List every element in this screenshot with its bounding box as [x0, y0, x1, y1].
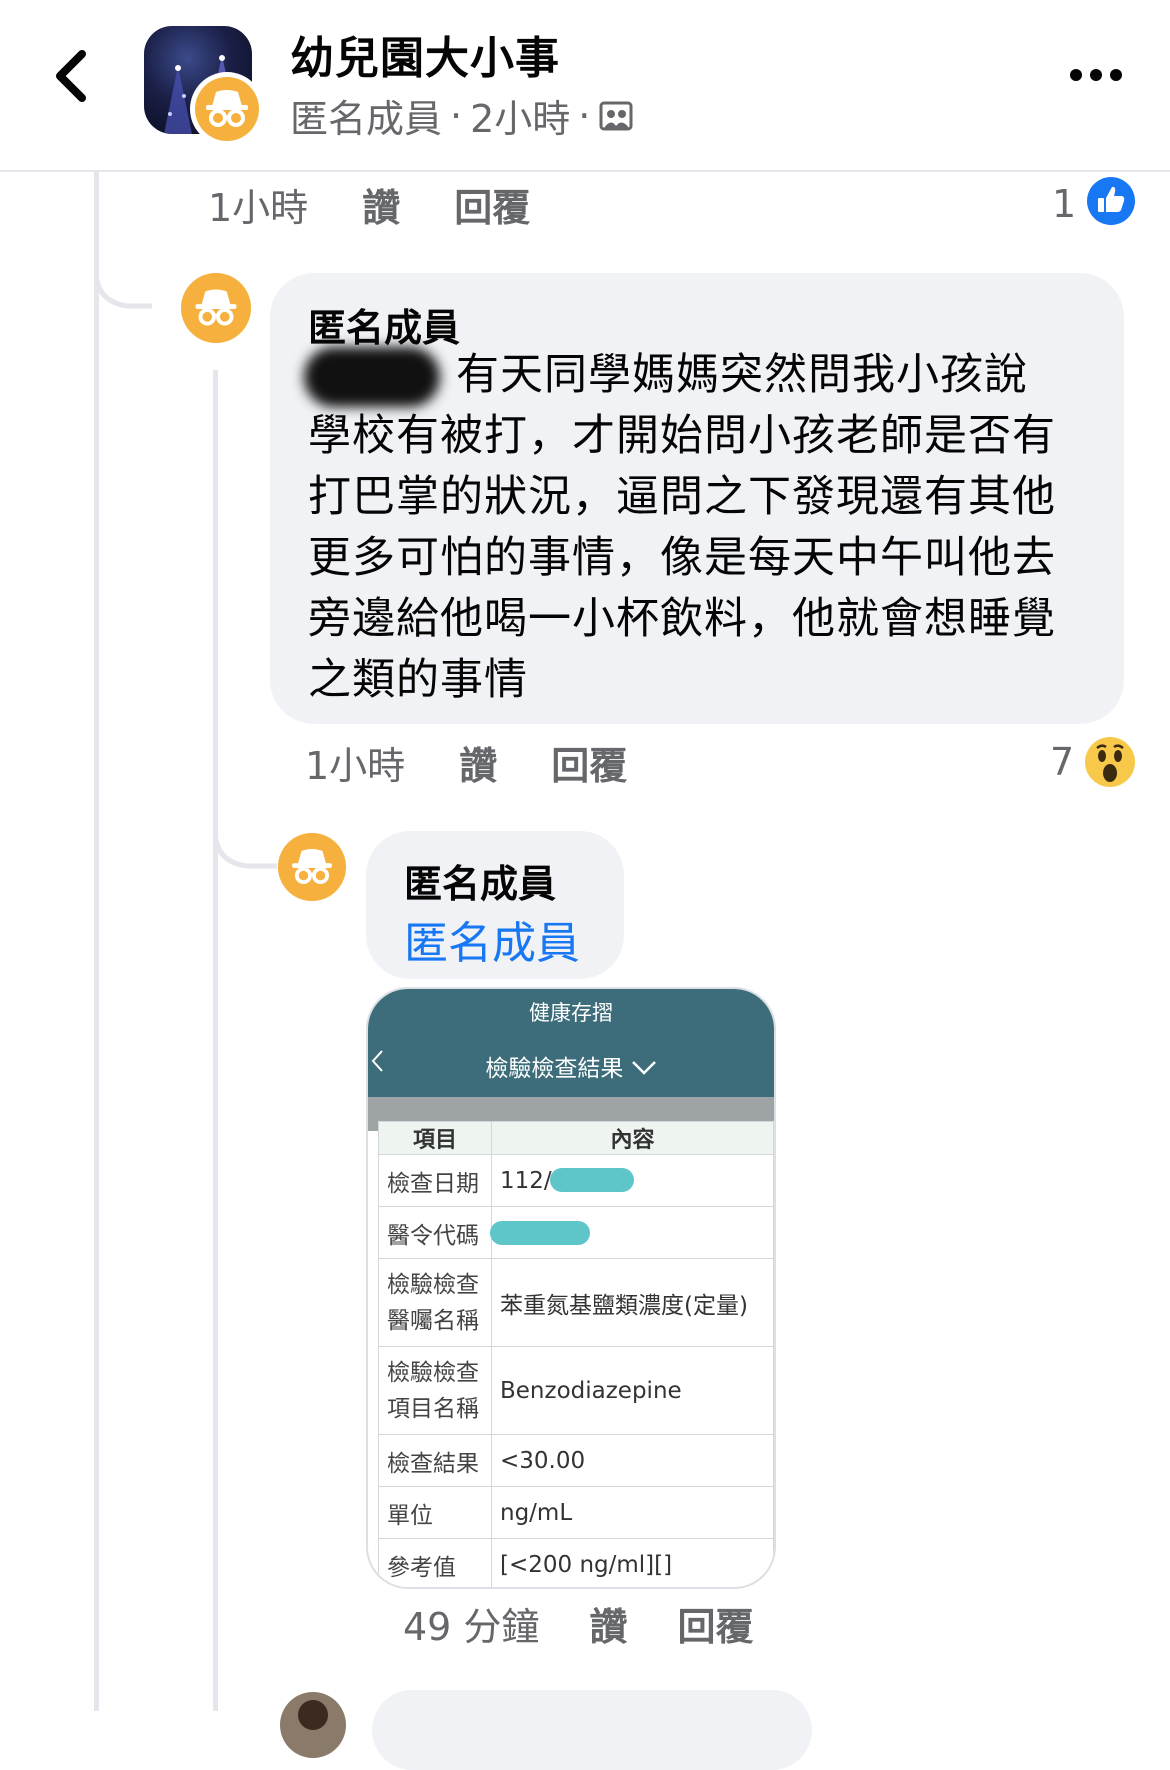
- anonymous-avatar-icon[interactable]: [180, 272, 252, 344]
- table-row: 檢查結果 <30.00: [378, 1434, 774, 1487]
- group-title[interactable]: 幼兒園大小事: [290, 22, 560, 86]
- table-key: 單位: [378, 1486, 492, 1539]
- card-page-title-text: 檢驗檢查結果: [485, 1056, 624, 1082]
- more-options-icon[interactable]: [1066, 60, 1126, 90]
- comment-line: 有天同學媽媽突然問我小孩說: [456, 350, 1028, 400]
- comment-line: 旁邊給他喝一小杯飲料，他就會想睡覺: [308, 594, 1056, 644]
- post-time[interactable]: 2小時: [470, 88, 570, 143]
- reply-button[interactable]: 回覆: [454, 177, 530, 232]
- wow-icon: [1085, 737, 1135, 787]
- table-key: 檢驗檢查 醫囑名稱: [378, 1258, 492, 1347]
- result-table: 項目 內容 檢查日期 112/ 醫令代碼 檢驗檢查 醫囑名稱 苯重氮基鹽類濃度(定…: [378, 1121, 774, 1587]
- top-bar: 幼兒園大小事 匿名成員 · 2小時 ·: [0, 0, 1170, 172]
- thread-line: [94, 172, 99, 1711]
- table-key: 檢查結果: [378, 1434, 492, 1487]
- redaction-mark: [490, 1221, 590, 1245]
- table-value: ng/mL: [491, 1486, 774, 1539]
- table-row: 檢驗檢查 項目名稱 Benzodiazepine: [378, 1346, 774, 1435]
- comment-line: 學校有被打，才開始問小孩老師是否有: [308, 411, 1056, 461]
- reply-button[interactable]: 回覆: [551, 735, 627, 790]
- table-value-cell: [490, 1206, 774, 1259]
- card-app-header: 健康存摺 檢驗檢查結果: [368, 989, 774, 1097]
- card-app-title: 健康存摺: [529, 1001, 613, 1025]
- comment-actions: 1小時 讚 回覆: [305, 736, 627, 788]
- anonymous-icon: [195, 77, 259, 141]
- reaction-summary[interactable]: 1: [1052, 178, 1076, 230]
- anonymous-avatar-badge: [190, 72, 264, 146]
- table-value: [<200 ng/ml][]: [491, 1538, 774, 1587]
- table-key: 檢驗檢查 項目名稱: [378, 1346, 492, 1435]
- comment-line: 打巴掌的狀況，逼問之下發現還有其他: [308, 472, 1056, 522]
- like-button[interactable]: 讚: [589, 1596, 627, 1651]
- table-row: 檢查日期 112/: [378, 1154, 774, 1207]
- reply-bubble[interactable]: 匿名成員 匿名成員: [366, 831, 624, 979]
- post-author: 匿名成員: [290, 97, 443, 141]
- anonymous-avatar-icon[interactable]: [277, 832, 347, 902]
- card-page-title: 檢驗檢查結果: [368, 1049, 774, 1083]
- user-avatar[interactable]: [280, 1692, 346, 1758]
- comment-time[interactable]: 1小時: [305, 735, 405, 790]
- table-header-row: 項目 內容: [378, 1121, 774, 1155]
- reaction-summary[interactable]: 7: [1050, 736, 1074, 788]
- table-value: 苯重氮基鹽類濃度(定量): [491, 1258, 774, 1347]
- reply-actions: 49 分鐘 讚 回覆: [403, 1597, 753, 1649]
- reply-time[interactable]: 49 分鐘: [403, 1596, 539, 1651]
- table-key: 參考值: [378, 1538, 492, 1587]
- attached-image[interactable]: 健康存摺 檢驗檢查結果 項目 內容 檢查日期 112/ 醫令代碼 檢驗檢查 醫囑名…: [366, 987, 776, 1589]
- thread-line: [213, 370, 218, 1711]
- like-button[interactable]: 讚: [459, 735, 497, 790]
- table-row: 參考值 [<200 ng/ml][]: [378, 1538, 774, 1587]
- redaction-mark: [550, 1168, 634, 1192]
- thread-connector: [213, 800, 277, 869]
- reaction-count: 1: [1052, 182, 1077, 226]
- comment-line: 之類的事情: [308, 655, 528, 705]
- comment-text: 有天同學媽媽突然問我小孩說 學校有被打，才開始問小孩老師是否有 打巴掌的狀況，逼…: [308, 345, 1108, 711]
- next-comment-bubble[interactable]: [372, 1690, 812, 1770]
- reply-button[interactable]: 回覆: [677, 1596, 753, 1651]
- table-row: 單位 ng/mL: [378, 1486, 774, 1539]
- table-value: 112/: [500, 1167, 552, 1194]
- table-header-cell: 項目: [378, 1121, 492, 1155]
- table-header-cell: 內容: [491, 1121, 774, 1155]
- back-icon[interactable]: [48, 48, 98, 104]
- table-row: 檢驗檢查 醫囑名稱 苯重氮基鹽類濃度(定量): [378, 1258, 774, 1347]
- mention-link[interactable]: 匿名成員: [404, 907, 580, 971]
- table-value-cell: 112/: [491, 1154, 774, 1207]
- comment-line: 更多可怕的事情，像是每天中午叫他去: [308, 533, 1056, 583]
- comment-author[interactable]: 匿名成員: [308, 297, 460, 352]
- comment-actions: 1小時 讚 回覆: [208, 178, 530, 230]
- comment-bubble[interactable]: 匿名成員 有天同學媽媽突然問我小孩說 學校有被打，才開始問小孩老師是否有 打巴掌…: [270, 273, 1124, 724]
- comment-time[interactable]: 1小時: [208, 177, 308, 232]
- table-value: Benzodiazepine: [491, 1346, 774, 1435]
- table-key: 檢查日期: [378, 1154, 492, 1207]
- meta-separator: ·: [578, 93, 591, 138]
- group-privacy-icon: [599, 101, 633, 130]
- like-button[interactable]: 讚: [362, 177, 400, 232]
- table-value: <30.00: [491, 1434, 774, 1487]
- table-key: 醫令代碼: [378, 1206, 492, 1259]
- thread-connector: [94, 240, 152, 309]
- meta-separator: ·: [450, 93, 463, 138]
- reaction-count: 7: [1050, 740, 1075, 784]
- post-meta: 匿名成員 · 2小時 ·: [290, 88, 634, 143]
- reply-author[interactable]: 匿名成員: [404, 853, 556, 908]
- chevron-down-icon: [631, 1061, 656, 1075]
- like-icon: [1087, 177, 1135, 225]
- table-row: 醫令代碼: [378, 1206, 774, 1259]
